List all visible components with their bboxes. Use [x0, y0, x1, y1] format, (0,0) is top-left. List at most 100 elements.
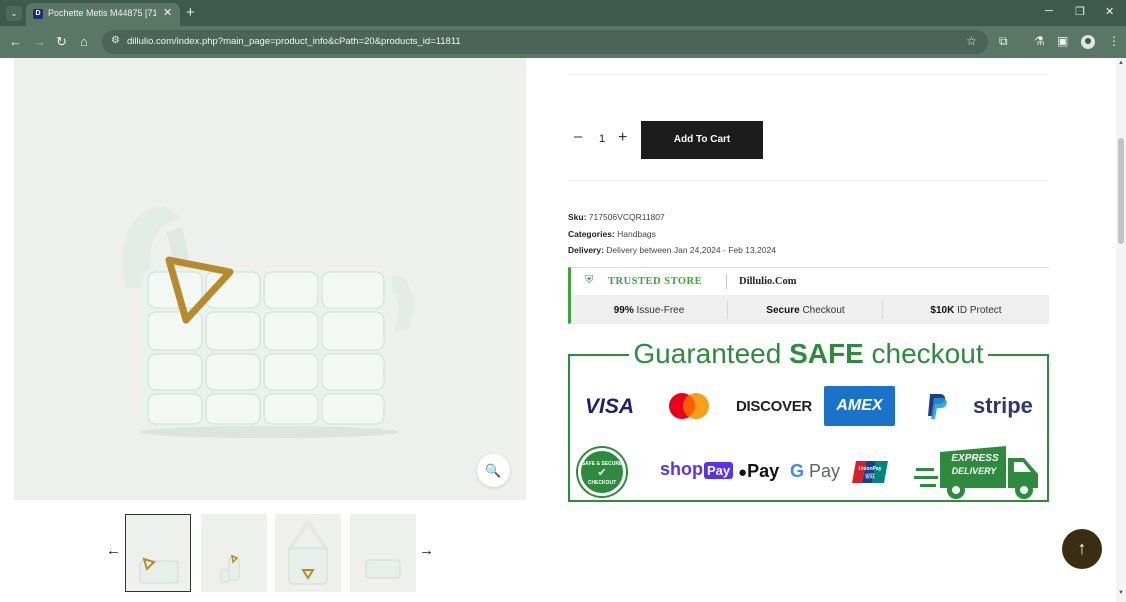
unionpay-logo-icon: UnionPay 银联: [852, 461, 888, 483]
bookmark-star-icon[interactable]: ☆: [966, 34, 977, 48]
stat-text: Issue-Free: [636, 305, 685, 316]
forward-icon[interactable]: →: [33, 34, 46, 49]
categories-line: Categories: Handbags: [568, 229, 656, 239]
paypal-p-icon: [928, 394, 947, 419]
thumb-next-arrow-icon[interactable]: →: [419, 542, 434, 559]
safe-checkout-title: Guaranteed SAFE checkout: [572, 338, 1045, 369]
browser-tab[interactable]: D Pochette Metis M44875 [71750 ✕: [26, 3, 180, 26]
page-content: 🔍 ← → – 1 + Add To Cart Sku: 717506VCQR1…: [0, 58, 1116, 602]
add-to-cart-button[interactable]: Add To Cart: [641, 121, 763, 159]
google-g-icon: G: [790, 461, 805, 481]
tab-title: Pochette Metis M44875 [71750: [48, 8, 156, 18]
google-pay-text: Pay: [809, 461, 841, 481]
mastercard-logo-icon: [666, 392, 712, 420]
sku-value: 717506VCQR11807: [588, 212, 665, 222]
title-pre: Guaranteed: [633, 338, 790, 369]
thumbnail-1[interactable]: [125, 514, 191, 592]
apple-pay-logo-icon: ●Pay: [738, 461, 779, 482]
quantity-value[interactable]: 1: [599, 133, 605, 145]
quantity-minus-button[interactable]: –: [574, 128, 582, 145]
divider: [726, 274, 727, 289]
shop-pay-logo-icon: shop Pay: [660, 459, 734, 480]
url-text[interactable]: dillulio.com/index.php?main_page=product…: [127, 36, 461, 47]
thumbnail-4[interactable]: [350, 514, 416, 592]
trusted-store-label: TRUSTED STORE: [608, 276, 703, 287]
reload-icon[interactable]: ↻: [56, 34, 67, 49]
zoom-icon[interactable]: 🔍: [477, 454, 510, 487]
mastercard-circles-icon: [669, 393, 709, 419]
site-info-icon[interactable]: ⚙: [111, 35, 120, 46]
browser-toolbar: ← → ↻ ⌂ ⚙ dillulio.com/index.php?main_pa…: [0, 26, 1126, 58]
amex-logo-icon: AMEX: [824, 386, 895, 426]
labs-flask-icon[interactable]: ⚗: [1034, 34, 1045, 48]
address-bar[interactable]: ⚙ dillulio.com/index.php?main_page=produ…: [102, 30, 988, 54]
check-shield-icon: ✔: [597, 467, 607, 479]
back-to-top-button[interactable]: ↑: [1062, 529, 1102, 569]
apple-icon: ●: [738, 464, 748, 481]
unionpay-cn-text: 银联: [864, 474, 875, 480]
delivery-label: Delivery:: [568, 245, 604, 255]
side-panel-icon[interactable]: ▣: [1057, 34, 1068, 48]
delivery-line: Delivery: Delivery between Jan 24,2024 -…: [568, 245, 776, 255]
browser-menu-icon[interactable]: ⋮: [1108, 34, 1120, 48]
trust-stats-row: 99% Issue-Free Secure Checkout $10K ID P…: [571, 295, 1049, 324]
stat-bold: Secure: [766, 305, 800, 316]
minimize-icon[interactable]: ─: [1045, 5, 1053, 17]
scroll-up-arrow-icon[interactable]: ▲: [1118, 60, 1124, 66]
tab-search-chevron-icon[interactable]: ⌄: [6, 6, 22, 21]
apple-pay-text: Pay: [747, 461, 780, 481]
extensions-icon[interactable]: ⧉: [999, 34, 1008, 49]
divider: [568, 74, 1048, 75]
sku-label: Sku:: [568, 212, 587, 222]
categories-link[interactable]: Handbags: [617, 229, 656, 239]
restore-icon[interactable]: ❐: [1075, 5, 1085, 18]
discover-logo-icon: DISCOVER: [736, 398, 812, 415]
home-icon[interactable]: ⌂: [80, 34, 88, 49]
profile-avatar[interactable]: [1081, 35, 1095, 49]
scrollbar-thumb[interactable]: [1118, 138, 1124, 244]
product-main-image[interactable]: 🔍: [14, 58, 526, 500]
divider: [568, 180, 1048, 181]
google-pay-logo-icon: G Pay: [790, 461, 840, 482]
title-post: checkout: [863, 338, 984, 369]
sku-line: Sku: 717506VCQR11807: [568, 212, 665, 222]
trusted-store-box: ⛨ TRUSTED STORE Dillulio.Com 99% Issue-F…: [568, 267, 1049, 324]
new-tab-icon[interactable]: +: [186, 4, 195, 21]
stat-text: Checkout: [802, 305, 845, 316]
trust-stat-id-protect: $10K ID Protect: [883, 305, 1049, 316]
stat-bold: 99%: [613, 305, 634, 316]
visa-logo-icon: VISA: [585, 395, 635, 418]
delivery-value: Delivery between Jan 24,2024 - Feb 13,20…: [606, 245, 776, 255]
safe-badge-text-bottom: CHECKOUT: [587, 480, 617, 486]
stripe-logo-icon: stripe: [973, 393, 1033, 418]
paypal-logo-icon: [925, 392, 949, 420]
browser-tab-strip: ⌄ D Pochette Metis M44875 [71750 ✕ + ─ ❐…: [0, 0, 1126, 26]
express-delivery-truck-icon: EXPRESS DELIVERY: [914, 442, 1040, 500]
thumbnail-2[interactable]: [201, 514, 267, 592]
title-safe: SAFE: [789, 338, 864, 369]
checkout-title-text: Guaranteed SAFE checkout: [629, 338, 988, 369]
quantity-plus-button[interactable]: +: [618, 129, 627, 147]
thumbnail-3[interactable]: [275, 514, 341, 592]
shop-text: shop: [660, 459, 703, 479]
tab-close-icon[interactable]: ✕: [163, 6, 172, 19]
thumbnail-2-image: [220, 554, 240, 583]
unionpay-text: UnionPay: [858, 466, 882, 472]
safe-secure-checkout-badge-icon: SAFE & SECURE ✔ CHECKOUT: [578, 448, 626, 496]
window-close-icon[interactable]: ✕: [1105, 5, 1114, 18]
thumbnail-1-image: [139, 557, 179, 584]
stat-text: ID Protect: [957, 305, 1002, 316]
bag-illustration: [122, 206, 413, 438]
thumb-prev-arrow-icon[interactable]: ←: [106, 542, 121, 559]
favicon-icon: D: [33, 9, 43, 19]
scroll-down-arrow-icon[interactable]: ▼: [1118, 590, 1124, 596]
back-icon[interactable]: ←: [9, 34, 22, 49]
shield-icon: ⛨: [585, 274, 594, 286]
page-scrollbar[interactable]: ▲ ▼: [1116, 58, 1126, 602]
stat-bold: $10K: [930, 305, 955, 316]
categories-label: Categories:: [568, 229, 615, 239]
pay-text: Pay: [704, 462, 734, 479]
delivery-text: DELIVERY: [951, 466, 997, 476]
trusted-store-header: ⛨ TRUSTED STORE Dillulio.Com: [571, 268, 1049, 295]
express-text: EXPRESS: [951, 453, 999, 464]
